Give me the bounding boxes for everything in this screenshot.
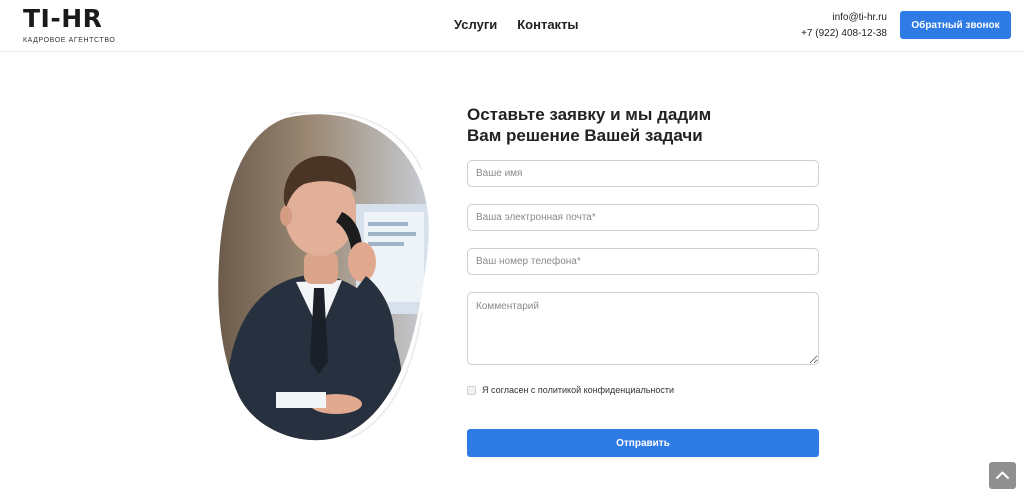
logo-mark: TI-HR bbox=[23, 4, 103, 33]
nav-item-contacts[interactable]: Контакты bbox=[517, 17, 578, 32]
main-nav: Услуги Контакты bbox=[454, 17, 579, 32]
logo[interactable]: TI-HR КАДРОВОЕ АГЕНТСТВО bbox=[23, 6, 123, 46]
consent-row[interactable]: Я согласен с политикой конфиденциальност… bbox=[467, 385, 674, 395]
nav-item-services[interactable]: Услуги bbox=[454, 17, 497, 32]
form-title: Оставьте заявку и мы дадим Вам решение В… bbox=[467, 104, 827, 146]
header-contacts: info@ti-hr.ru +7 (922) 408-12-38 bbox=[801, 10, 887, 42]
callback-button[interactable]: Обратный звонок bbox=[900, 11, 1011, 39]
chevron-up-icon bbox=[996, 471, 1009, 479]
phone-field[interactable] bbox=[467, 248, 819, 275]
scroll-to-top-button[interactable] bbox=[989, 462, 1016, 489]
form-title-line-2: Вам решение Вашей задачи bbox=[467, 126, 703, 145]
submit-button[interactable]: Отправить bbox=[467, 429, 819, 457]
form-title-line-1: Оставьте заявку и мы дадим bbox=[467, 105, 712, 124]
logo-subtitle: КАДРОВОЕ АГЕНТСТВО bbox=[23, 37, 116, 44]
email-link[interactable]: info@ti-hr.ru bbox=[801, 10, 887, 26]
businessman-photo bbox=[218, 112, 429, 441]
email-field[interactable] bbox=[467, 204, 819, 231]
site-header: TI-HR КАДРОВОЕ АГЕНТСТВО Услуги Контакты… bbox=[0, 0, 1024, 52]
consent-checkbox[interactable] bbox=[467, 385, 476, 395]
comment-field[interactable] bbox=[467, 292, 819, 365]
name-field[interactable] bbox=[467, 160, 819, 187]
phone-link[interactable]: +7 (922) 408-12-38 bbox=[801, 26, 887, 42]
consent-label: Я согласен с политикой конфиденциальност… bbox=[482, 385, 675, 395]
